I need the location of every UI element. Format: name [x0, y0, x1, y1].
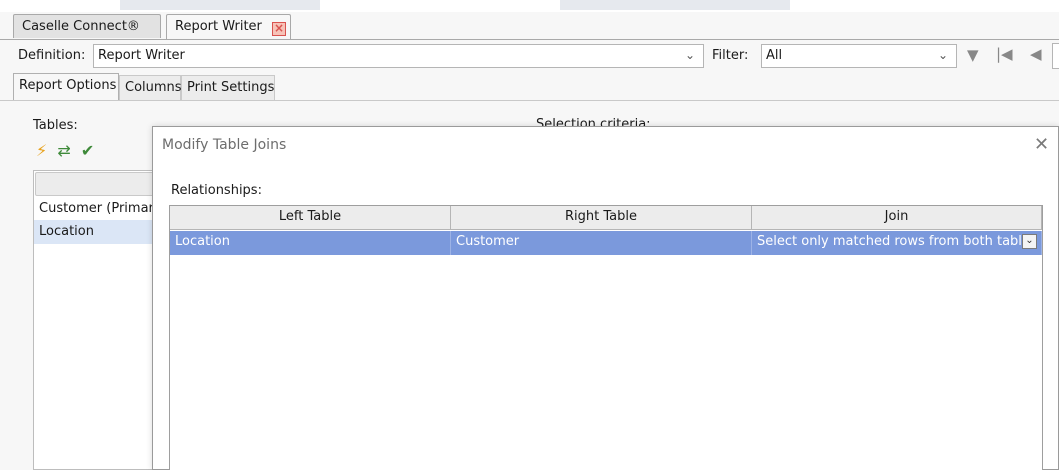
top-decoration — [120, 0, 320, 10]
tab-label: Columns — [125, 80, 182, 95]
definition-label: Definition: — [18, 48, 86, 63]
tab-report-writer[interactable]: Report Writer × — [166, 14, 291, 40]
tab-bar-line — [0, 39, 1059, 40]
prev-page-icon[interactable]: ◀ — [1030, 45, 1042, 63]
column-header-right-table[interactable]: Right Table — [451, 206, 752, 230]
filter-value: All — [766, 48, 783, 63]
tab-print-settings[interactable]: Print Settings — [181, 75, 275, 100]
table-row-cell-join[interactable]: Select only matched rows from both table… — [752, 231, 1042, 255]
close-icon[interactable]: ✕ — [1034, 134, 1049, 155]
column-header-join[interactable]: Join — [752, 206, 1042, 230]
tables-toolbar: ⚡ ⇄ ✔ — [36, 141, 100, 160]
options-tab-line — [0, 100, 1059, 101]
filter-label: Filter: — [712, 48, 749, 63]
tab-label: Print Settings — [187, 80, 275, 95]
table-row-cell-left[interactable]: Location — [170, 231, 451, 255]
chevron-down-icon: ⌄ — [937, 48, 948, 62]
filter-select[interactable]: All ⌄ — [761, 44, 957, 68]
tab-report-options[interactable]: Report Options — [13, 73, 119, 101]
definition-value: Report Writer — [98, 48, 185, 63]
join-value: Select only matched rows from both table… — [757, 234, 1037, 249]
list-item[interactable]: Customer (Primary) — [34, 197, 164, 221]
page-field[interactable] — [1052, 43, 1059, 69]
definition-select[interactable]: Report Writer ⌄ — [93, 44, 704, 68]
relationships-label: Relationships: — [171, 183, 262, 198]
first-page-icon[interactable]: |◀ — [996, 45, 1013, 63]
tab-label: Report Options — [19, 78, 117, 93]
filter-icon[interactable]: ▼ — [967, 46, 979, 64]
tab-columns[interactable]: Columns — [119, 75, 182, 100]
tab-label: Report Writer — [175, 19, 262, 34]
tables-list-header — [35, 172, 163, 196]
table-row-cell-right[interactable]: Customer — [451, 231, 752, 255]
table-check-icon[interactable]: ✔ — [81, 141, 94, 160]
tab-label: Caselle Connect® — [22, 19, 140, 34]
tab-caselle-connect[interactable]: Caselle Connect® — [13, 14, 161, 38]
column-header-left-table[interactable]: Left Table — [170, 206, 451, 230]
list-item[interactable]: Location — [34, 220, 164, 244]
table-arrows-icon[interactable]: ⇄ — [57, 141, 70, 160]
lightning-icon[interactable]: ⚡ — [36, 141, 47, 160]
dialog-title: Modify Table Joins — [162, 137, 287, 153]
chevron-down-icon[interactable]: ⌄ — [1022, 234, 1037, 249]
chevron-down-icon: ⌄ — [684, 48, 695, 62]
tables-label: Tables: — [33, 118, 78, 133]
close-tab-icon[interactable]: × — [272, 22, 287, 36]
top-decoration — [560, 0, 790, 10]
